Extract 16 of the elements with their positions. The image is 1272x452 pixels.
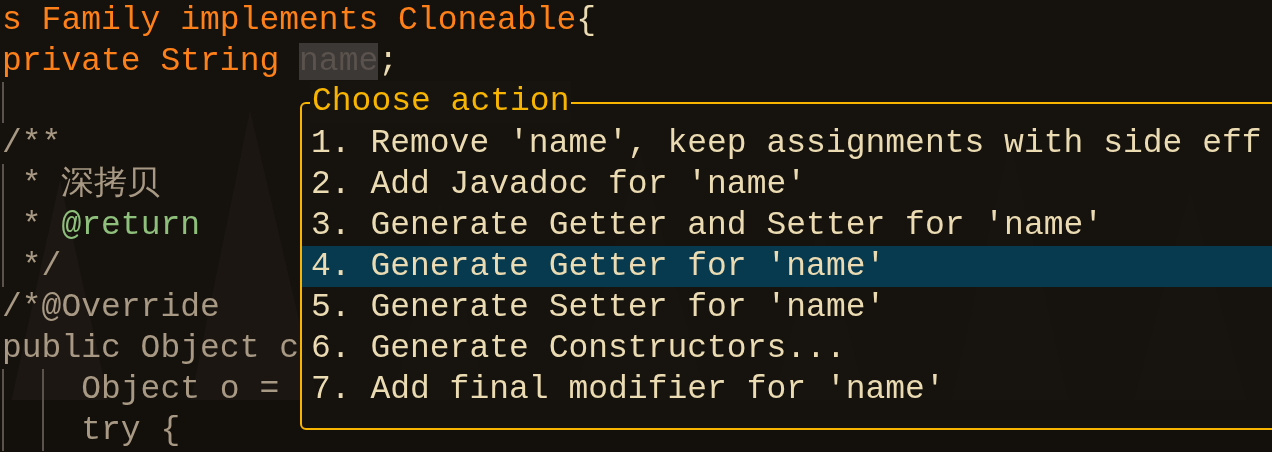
code-line: /*@Override	[2, 289, 220, 326]
action-item[interactable]: 3. Generate Getter and Setter for 'name'	[302, 205, 1272, 246]
code-line: try {	[80, 412, 181, 449]
code-line: Object o =	[80, 371, 280, 408]
action-item[interactable]: 5. Generate Setter for 'name'	[302, 287, 1272, 328]
code-line: s Family implements Cloneable{	[2, 2, 597, 39]
action-item[interactable]: 6. Generate Constructors...	[302, 328, 1272, 369]
code-line: * 深拷贝	[20, 166, 161, 203]
code-line: * @return	[20, 207, 201, 244]
code-line: */	[20, 248, 62, 285]
action-item[interactable]: 2. Add Javadoc for 'name'	[302, 164, 1272, 205]
code-line: /**	[2, 125, 62, 162]
action-item[interactable]: 1. Remove 'name', keep assignments with side eff	[302, 123, 1272, 164]
code-line: public Object c	[2, 330, 300, 367]
action-item[interactable]: 4. Generate Getter for 'name'	[302, 246, 1272, 287]
action-item[interactable]: 7. Add final modifier for 'name'	[302, 369, 1272, 410]
